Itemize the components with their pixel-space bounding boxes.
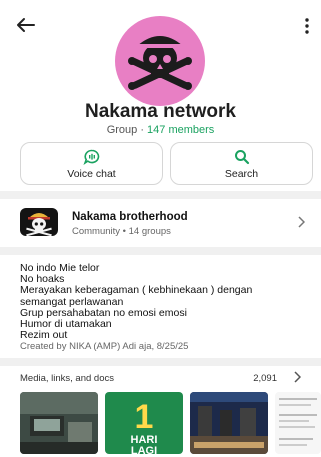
media-thumbnail[interactable]: 1 HARI LAGI	[105, 392, 183, 454]
media-thumbnail[interactable]	[275, 392, 321, 454]
media-thumbnail[interactable]	[190, 392, 268, 454]
voice-chat-label: Voice chat	[67, 168, 116, 180]
community-avatar	[20, 208, 58, 236]
chevron-right-icon[interactable]	[293, 371, 302, 386]
media-thumbnail[interactable]	[20, 392, 98, 454]
chevron-right-icon	[297, 216, 306, 231]
media-count[interactable]: 2,091	[253, 373, 277, 384]
community-name: Nakama brotherhood	[72, 211, 188, 223]
media-heading[interactable]: Media, links, and docs	[20, 373, 114, 384]
skull-icon	[26, 213, 52, 236]
community-subtitle: Community • 14 groups	[72, 226, 171, 237]
community-row[interactable]: Nakama brotherhood Community • 14 groups	[0, 200, 321, 244]
section-divider	[0, 191, 321, 199]
thumbnail-text-word: LAGI	[131, 445, 157, 454]
description-line: Merayakan keberagaman ( kebhinekaan ) de…	[20, 284, 253, 297]
group-subtitle: Group · 147 members	[0, 124, 321, 136]
group-description: No indo Mie telor No hoaks Merayakan keb…	[20, 262, 310, 342]
group-avatar[interactable]	[115, 16, 205, 106]
voice-chat-button[interactable]: Voice chat	[20, 142, 163, 185]
section-divider	[0, 358, 321, 366]
voice-chat-icon	[82, 149, 99, 165]
thumbnail-text-number: 1	[135, 398, 154, 436]
back-arrow-icon[interactable]	[16, 17, 36, 33]
search-button[interactable]: Search	[170, 142, 313, 185]
group-type-label: Group ·	[106, 124, 148, 136]
skull-crossbones-icon	[128, 36, 192, 90]
search-label: Search	[224, 168, 259, 180]
created-by-text: Created by NIKA (AMP) Adi aja, 8/25/25	[20, 341, 189, 352]
more-vert-icon[interactable]	[303, 17, 311, 35]
description-line: Rezim out	[20, 329, 68, 342]
group-name: Nakama network	[84, 101, 236, 122]
members-count-link[interactable]: 147 members	[147, 124, 214, 136]
search-icon	[234, 150, 249, 165]
section-divider	[0, 247, 321, 255]
